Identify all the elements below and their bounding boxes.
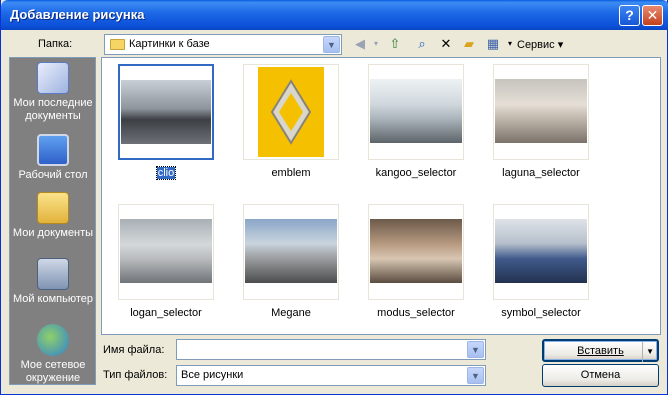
file-name: logan_selector: [130, 307, 202, 319]
car-image: [495, 79, 587, 143]
insert-dropdown-icon[interactable]: ▼: [642, 341, 654, 362]
file-item-clio[interactable]: clio: [111, 64, 221, 180]
service-menu-label: Сервис: [517, 39, 555, 51]
chevron-down-icon[interactable]: ▼: [323, 36, 340, 53]
file-item-laguna[interactable]: laguna_selector: [486, 64, 596, 179]
new-folder-icon[interactable]: ▰: [460, 35, 478, 53]
file-name: laguna_selector: [502, 167, 580, 179]
place-my-documents[interactable]: Мои документы: [10, 192, 96, 240]
file-item-kangoo[interactable]: kangoo_selector: [361, 64, 471, 179]
thumbnail: [118, 204, 214, 300]
back-dropdown-icon[interactable]: ▾: [367, 35, 385, 53]
filename-input[interactable]: ▼: [176, 339, 486, 360]
file-list[interactable]: clio emblem kangoo_selector laguna_selec…: [101, 57, 661, 335]
car-image: [120, 219, 212, 283]
folder-label: Папка:: [38, 38, 73, 50]
network-places-icon: [37, 324, 69, 356]
place-label: Мой компьютер: [12, 293, 94, 305]
cancel-button-label: Отмена: [580, 369, 621, 381]
file-item-megane[interactable]: Megane: [236, 204, 346, 319]
thumbnail: [243, 64, 339, 160]
recent-documents-icon: [37, 62, 69, 94]
file-item-modus[interactable]: modus_selector: [361, 204, 471, 319]
folder-value: Картинки к базе: [129, 38, 210, 50]
insert-button-label: Вставить: [577, 345, 624, 357]
filetype-value: Все рисунки: [181, 369, 244, 381]
place-my-computer[interactable]: Мой компьютер: [10, 258, 96, 306]
search-web-icon[interactable]: ⌕: [413, 35, 431, 53]
car-image: [370, 219, 462, 283]
thumbnail: [493, 204, 589, 300]
title-bar[interactable]: Добавление рисунка ? ✕: [1, 0, 668, 30]
help-button[interactable]: ?: [619, 5, 640, 26]
car-image: [245, 219, 337, 283]
insert-button[interactable]: Вставить ▼: [542, 339, 659, 362]
delete-icon[interactable]: ✕: [437, 35, 455, 53]
file-name: kangoo_selector: [375, 167, 457, 179]
place-desktop[interactable]: Рабочий стол: [10, 134, 96, 182]
filetype-select[interactable]: Все рисунки ▼: [176, 365, 486, 386]
chevron-down-icon[interactable]: ▼: [467, 341, 484, 358]
place-label: Мои документы: [12, 227, 94, 239]
places-bar: Мои последние документы Рабочий стол Мои…: [9, 57, 96, 385]
filetype-label: Тип файлов:: [103, 369, 168, 381]
emblem-image: [258, 67, 324, 157]
car-image: [495, 219, 587, 283]
desktop-icon: [37, 134, 69, 166]
car-image: [121, 80, 211, 144]
car-image: [370, 79, 462, 143]
place-network[interactable]: Мое сетевое окружение: [10, 324, 96, 385]
place-recent-documents[interactable]: Мои последние документы: [10, 62, 96, 123]
thumbnail: [368, 204, 464, 300]
file-item-emblem[interactable]: emblem: [236, 64, 346, 179]
place-label: Мое сетевое окружение: [20, 359, 86, 384]
thumbnail: [493, 64, 589, 160]
thumbnail: [118, 64, 214, 160]
service-menu[interactable]: Сервис ▾: [517, 38, 563, 51]
place-label: Мои последние документы: [13, 97, 93, 122]
filename-label: Имя файла:: [103, 344, 165, 356]
my-computer-icon: [37, 258, 69, 290]
close-button[interactable]: ✕: [642, 5, 663, 26]
file-item-symbol[interactable]: symbol_selector: [486, 204, 596, 319]
place-label: Рабочий стол: [18, 169, 88, 181]
my-documents-icon: [37, 192, 69, 224]
folder-select[interactable]: Картинки к базе ▼: [104, 34, 342, 55]
thumbnail: [368, 64, 464, 160]
insert-picture-dialog: Добавление рисунка ? ✕ Папка: Картинки к…: [0, 0, 668, 395]
up-folder-icon[interactable]: ⇧: [386, 35, 404, 53]
file-name: Megane: [271, 307, 311, 319]
thumbnail: [243, 204, 339, 300]
file-item-logan[interactable]: logan_selector: [111, 204, 221, 319]
cancel-button[interactable]: Отмена: [542, 364, 659, 387]
file-name: modus_selector: [377, 307, 455, 319]
window-title: Добавление рисунка: [10, 7, 145, 22]
views-icon[interactable]: ▦: [484, 35, 502, 53]
file-name: clio: [155, 166, 177, 180]
folder-icon: [110, 39, 125, 50]
chevron-down-icon[interactable]: ▼: [467, 367, 484, 384]
file-name: symbol_selector: [501, 307, 581, 319]
file-name: emblem: [271, 167, 311, 179]
